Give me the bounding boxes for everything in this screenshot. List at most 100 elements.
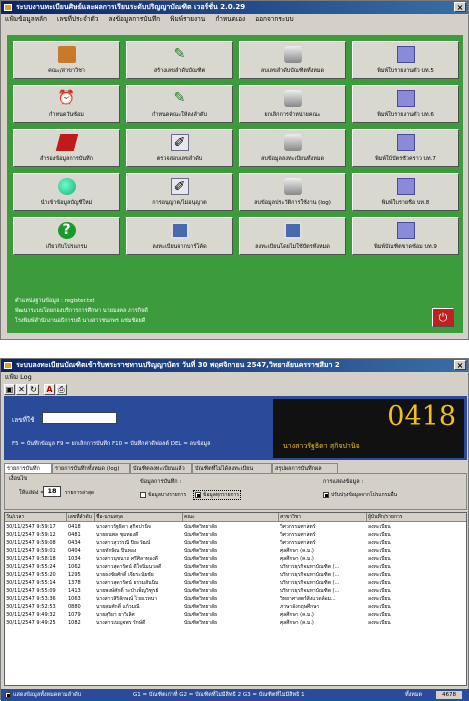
button-label: พิมพ์ใบ้บัตรชั่วคราว บท.7 (375, 156, 436, 162)
table-cell: ลงทะเบียน (368, 588, 391, 594)
main-menu-titlebar[interactable]: ระบบงานทะเบียนศิษย์และผลการเรียนระดับปริ… (1, 1, 468, 14)
delete-all-graduate-numbers-button[interactable]: ลบเลขลำดับบัณฑิตทั้งหมด (239, 41, 346, 79)
computer-icon (170, 222, 189, 239)
exit-button[interactable]: ⏻ (432, 308, 454, 327)
filter-group-label: เงื่อนไข (9, 476, 28, 482)
tab-records[interactable]: รายการบันทึก (4, 463, 52, 473)
filter-group: เงื่อนไข ให้แสดง = 18 รายการล่าสุด ข้อมู… (4, 473, 467, 510)
table-cell: นางสาวนุชนาถ ศรีศิลาทองดี (96, 556, 158, 562)
delete-log-button[interactable]: ลบข้อมูลประวัติการใช้งาน (log) (239, 173, 346, 211)
button-label: ลงทะเบียนโดยไม่ใช้บัตรทั้งหมด (255, 244, 330, 250)
tab-registered[interactable]: บัณฑิตลงทะเบียนแล้ว (130, 463, 192, 473)
rehearsal-date-button[interactable]: ⏰ กำหนดวันซ้อม (13, 85, 120, 123)
printing-credit-text: โรงพิมพ์สำนักงานอธิการบดี นางสาวชนกพร แช… (15, 318, 146, 324)
about-button[interactable]: ? เกี่ยวกับโปรแกรม (13, 217, 120, 255)
print-folder-icon (396, 90, 415, 107)
alarm-clock-icon: ⏰ (57, 90, 76, 106)
database-drum-icon (283, 90, 302, 107)
col-header-number[interactable]: เลขที่ลำดับ (67, 513, 95, 522)
menu-item-exit[interactable]: ออกจากระบบ (255, 15, 293, 23)
table-cell: บัณฑิตวิทยาลัย (184, 524, 218, 530)
col-header-datetime[interactable]: วัน/เวลา (5, 513, 67, 522)
table-cell: 30/11/2547 9:49:25 (6, 620, 56, 626)
backup-records-button[interactable]: สำรองข้อมูลการบันทึก (13, 129, 120, 167)
table-cell: นางสาวสุวรรณี ปิยะวัฒน์ (96, 540, 151, 546)
col-header-major[interactable]: สาขาวิชา (279, 513, 367, 522)
button-label: กำหนดคณะให้ลงลำดับ (152, 112, 207, 118)
permission-button[interactable]: ✐ การอนุญาต/ไม่อนุญาต (126, 173, 233, 211)
table-cell: 30/11/2547 9:53:36 (6, 596, 56, 602)
col-header-name[interactable]: ชื่อ-นามสกุล (95, 513, 183, 522)
menu-item-record-data[interactable]: ลงข้อมูลการบันทึก (108, 15, 160, 23)
id-label: เลขที่ใช้ (12, 416, 35, 424)
print-report-bt6-button[interactable]: พิมพ์ใบรายงานตัว บท.6 (352, 85, 459, 123)
col-header-faculty[interactable]: คณะ (183, 513, 279, 522)
status-checkbox[interactable] (5, 691, 11, 698)
table-cell: นายธงชัยศักดิ์ เจียระนัยชัย (96, 572, 154, 578)
print-absent-bt9-button[interactable]: พิมพ์บัณฑิตขาดซ้อม บท.9 (352, 217, 459, 255)
table-cell: บัณฑิตวิทยาลัย (184, 540, 218, 546)
register-without-card-button[interactable]: ลงทะเบียนโดยไม่ใช้บัตรทั้งหมด (239, 217, 346, 255)
menu-item-id-number[interactable]: เลขที่ประจำตัว (57, 15, 98, 23)
registration-titlebar[interactable]: ระบบลงทะเบียนบัณฑิตเข้ารับพระราชทานปริญญ… (1, 359, 468, 372)
menu-item-file-log[interactable]: แฟ้ม Log (5, 373, 32, 381)
button-label: ลบข้อมูลประวัติการใช้งาน (log) (254, 200, 331, 206)
window-title: ระบบลงทะเบียนบัณฑิตเข้ารับพระราชทานปริญญ… (16, 361, 340, 369)
help-icon: ? (57, 222, 76, 239)
button-label: พิมพ์ใบรายงานตัว บท.5 (377, 68, 434, 74)
tab-summary[interactable]: สรุปผลการบันทึกผล (272, 463, 338, 473)
table-cell: 30/11/2547 9:59:17 (6, 524, 56, 530)
font-icon[interactable]: A (44, 384, 55, 395)
table-cell: ลงทะเบียน (368, 524, 391, 530)
computer-icon (283, 222, 302, 239)
show-count-input[interactable]: 18 (43, 486, 61, 497)
save-mode-option-some[interactable]: ข้อมูลบางรายการ (140, 491, 186, 499)
delete-all-registrations-button[interactable]: ลบข้อมูลลงทะเบียนทั้งหมด (239, 129, 346, 167)
table-cell: 30/11/2547 9:55:14 (6, 580, 56, 586)
id-input[interactable] (42, 412, 117, 424)
table-cell: ลงทะเบียน (368, 556, 391, 562)
display-update-option[interactable]: ปรับปรุงข้อมูลจากโปรแกรมอื่น (323, 491, 397, 499)
print-icon[interactable]: ⎙ (56, 384, 67, 395)
table-cell: 0481 (68, 532, 81, 538)
tab-not-registered[interactable]: บัณฑิตที่ไม่ได้ลงทะเบียน (192, 463, 272, 473)
tab-bar: รายการบันทึก รายการบันทึกทั้งหมด (log) บ… (4, 463, 467, 473)
checkbox-update[interactable] (323, 491, 329, 498)
table-cell: วิศวกรรมศาสตร์ (280, 540, 316, 546)
table-cell: 30/11/2547 9:59:12 (6, 532, 56, 538)
save-mode-option-all[interactable]: ข้อมูลทุกรายการ (193, 490, 242, 500)
database-location-text: ตำแหน่งฐานข้อมูล : register.txt (15, 298, 95, 304)
pencil-card-icon: ✐ (170, 178, 189, 195)
button-label: ยกเลิกการจำหน่ายคณะ (264, 112, 321, 118)
menu-item-print-report[interactable]: พิมพ์รายงาน (170, 15, 205, 23)
menu-item-main-file[interactable]: แฟ้มข้อมูลหลัก (5, 15, 47, 23)
app-icon (4, 362, 12, 369)
set-faculty-order-button[interactable]: ✎ กำหนดคณะให้ลงลำดับ (126, 85, 233, 123)
create-graduate-number-button[interactable]: ✎ สร้างเลขลำดับบัณฑิต (126, 41, 233, 79)
refresh-icon[interactable]: ↻ (28, 384, 39, 395)
col-header-action[interactable]: ผู้บันทึก/รายการ (367, 513, 466, 522)
check-number-button[interactable]: ✐ ตรวจสอบเลขลำดับ (126, 129, 233, 167)
save-icon[interactable]: ▣ (4, 384, 15, 395)
close-button[interactable]: × (454, 2, 466, 12)
print-report-bt5-button[interactable]: พิมพ์ใบรายงานตัว บท.5 (352, 41, 459, 79)
menu-item-custom[interactable]: กำหนดเอง (215, 15, 245, 23)
delete-icon[interactable]: ✕ (16, 384, 27, 395)
faculty-major-button[interactable]: คณะ/สาขาวิชา (13, 41, 120, 79)
close-button[interactable]: × (454, 360, 466, 370)
print-list-bt8-button[interactable]: พิมพ์ใบรายชื่อ บท.8 (352, 173, 459, 211)
tab-all-log[interactable]: รายการบันทึกทั้งหมด (log) (52, 463, 130, 473)
print-folder-icon (396, 178, 415, 195)
globe-icon (57, 178, 76, 195)
radio-some[interactable] (140, 491, 146, 498)
print-temp-card-bt7-button[interactable]: พิมพ์ใบ้บัตรชั่วคราว บท.7 (352, 129, 459, 167)
table-cell: บัณฑิตวิทยาลัย (184, 612, 218, 618)
table-cell: ศุลศึกษา (ค.ม.) (280, 556, 314, 562)
window-title: ระบบงานทะเบียนศิษย์และผลการเรียนระดับปริ… (16, 3, 246, 11)
import-new-list-button[interactable]: นำเข้าข้อมูลบัญชีใหม่ (13, 173, 120, 211)
cancel-faculty-button[interactable]: ยกเลิกการจำหน่ายคณะ (239, 85, 346, 123)
barcode-register-button[interactable]: ลงทะเบียนจากบาร์โค้ด (126, 217, 233, 255)
table-cell: 30/11/2547 9:55:09 (6, 588, 56, 594)
table-cell: 30/11/2547 9:55:24 (6, 564, 56, 570)
radio-all[interactable] (195, 491, 201, 498)
